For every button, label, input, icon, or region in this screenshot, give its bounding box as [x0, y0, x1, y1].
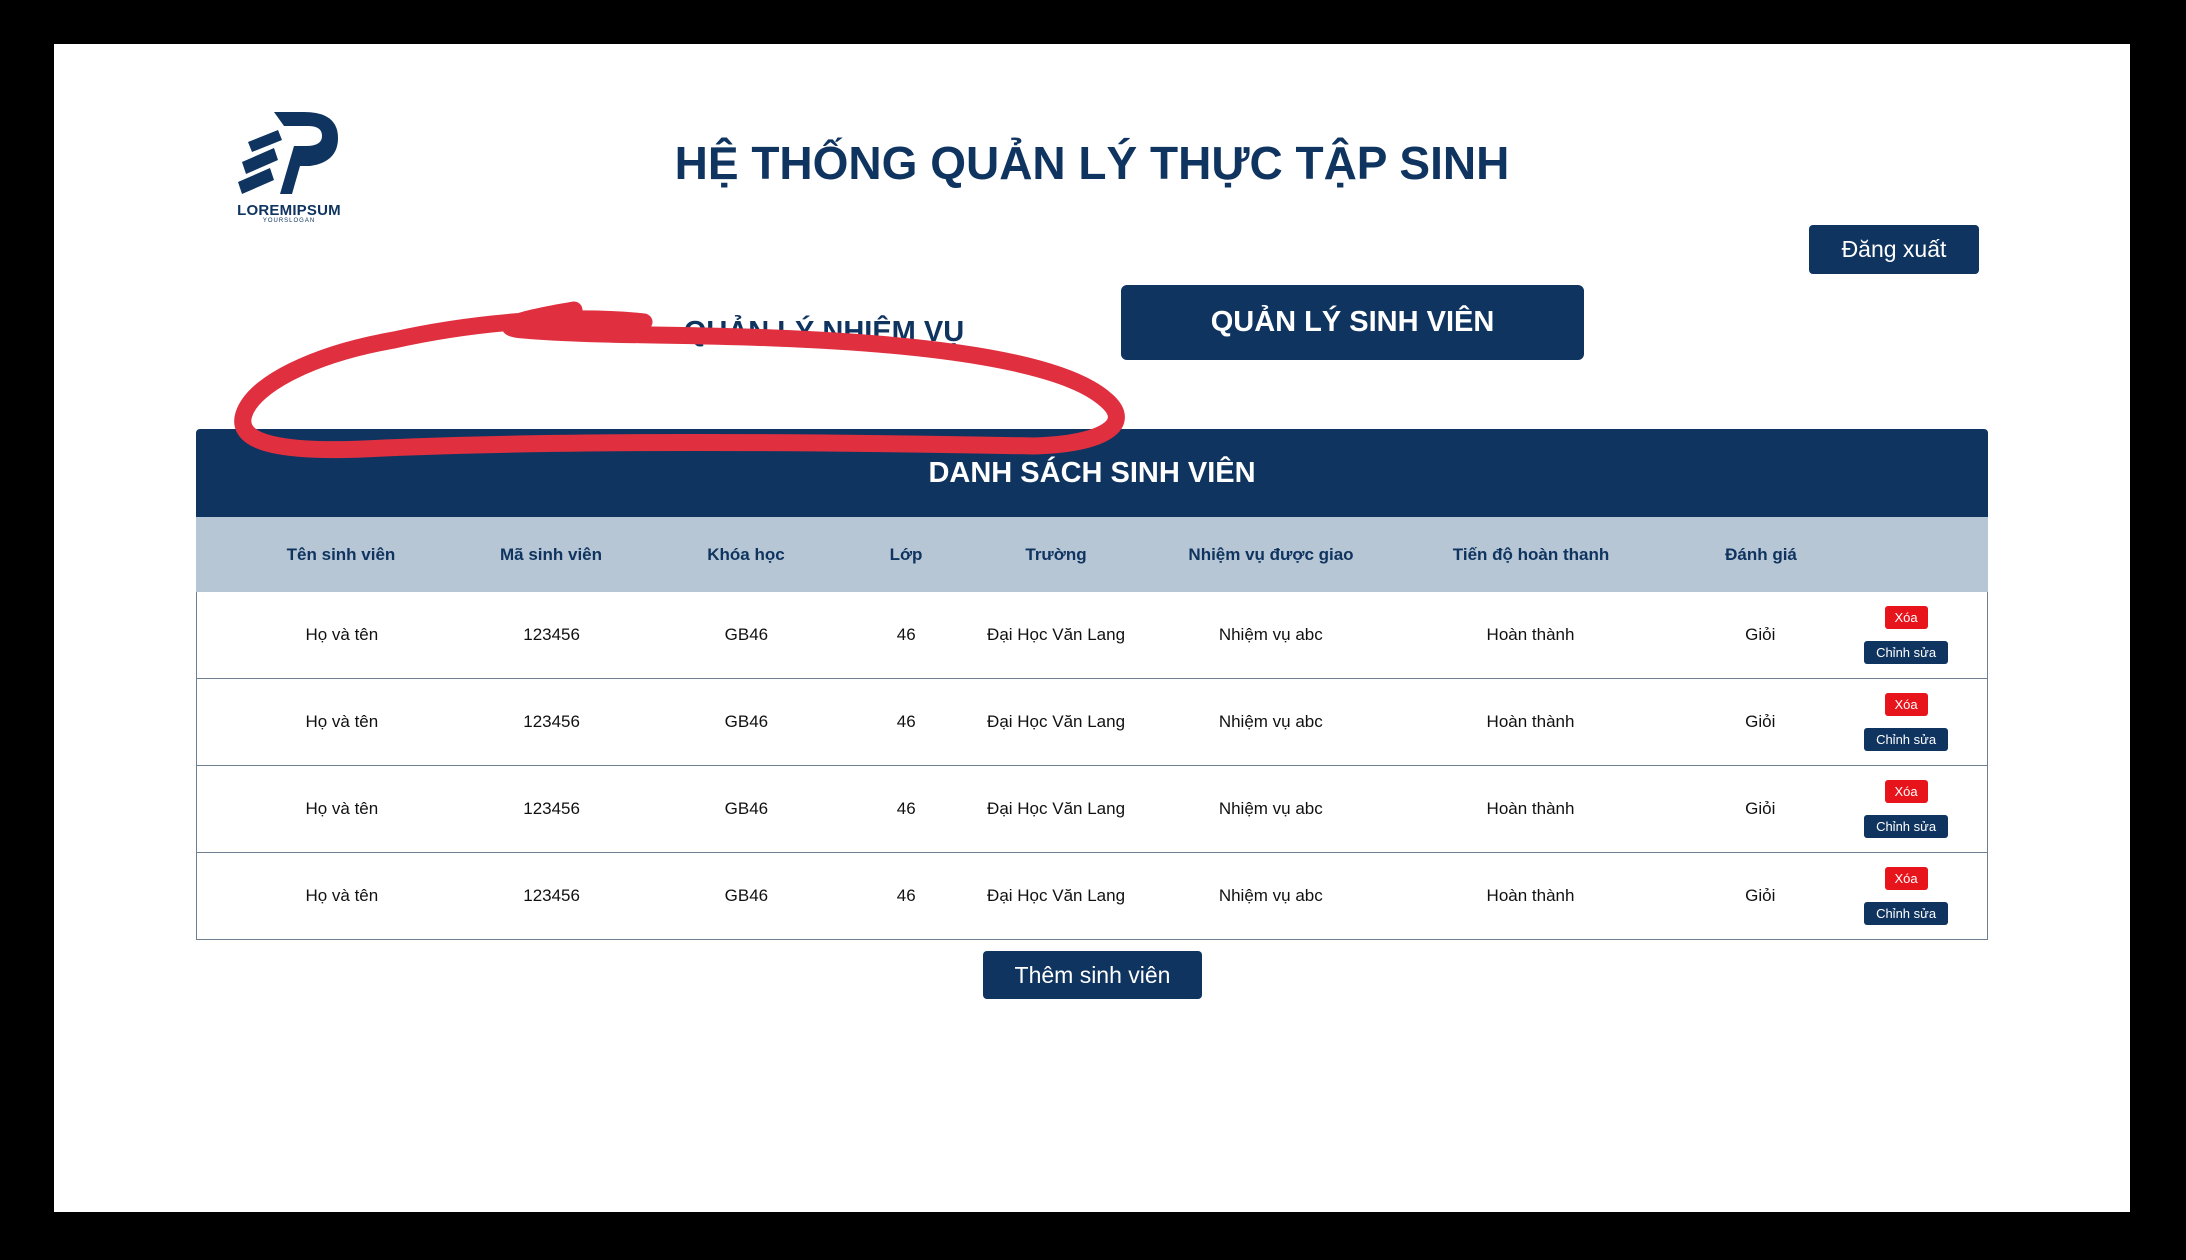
- table-title: DANH SÁCH SINH VIÊN: [196, 429, 1988, 517]
- column-header-name: Tên sinh viên: [286, 544, 396, 564]
- cell-course: GB46: [724, 886, 769, 905]
- cell-rating: Giỏi: [1745, 712, 1776, 731]
- column-header-class: Lớp: [889, 544, 923, 564]
- column-header-rating: Đánh giá: [1725, 544, 1797, 564]
- delete-button[interactable]: Xóa: [1884, 780, 1928, 803]
- cell-rating: Giỏi: [1745, 799, 1776, 818]
- cell-name: Họ và tên: [305, 625, 379, 644]
- edit-button[interactable]: Chỉnh sửa: [1864, 728, 1949, 751]
- cell-student-id: 123456: [523, 712, 580, 731]
- column-header-task: Nhiệm vụ được giao: [1188, 544, 1354, 564]
- delete-button[interactable]: Xóa: [1884, 693, 1928, 716]
- add-student-button[interactable]: Thêm sinh viên: [983, 951, 1202, 999]
- cell-student-id: 123456: [523, 799, 580, 818]
- delete-button[interactable]: Xóa: [1884, 867, 1928, 890]
- cell-rating: Giỏi: [1745, 886, 1776, 905]
- cell-student-id: 123456: [523, 886, 580, 905]
- cell-actions: Xóa Chỉnh sửa: [1825, 693, 1987, 751]
- cell-school: Đại Học Văn Lang: [987, 886, 1126, 905]
- cell-course: GB46: [724, 625, 769, 644]
- cell-progress: Hoàn thành: [1486, 799, 1575, 818]
- cell-name: Họ và tên: [305, 886, 379, 905]
- cell-actions: Xóa Chỉnh sửa: [1825, 867, 1987, 925]
- cell-name: Họ và tên: [305, 712, 379, 731]
- cell-school: Đại Học Văn Lang: [987, 625, 1126, 644]
- delete-button[interactable]: Xóa: [1884, 606, 1928, 629]
- cell-progress: Hoàn thành: [1486, 712, 1575, 731]
- cell-school: Đại Học Văn Lang: [987, 712, 1126, 731]
- cell-course: GB46: [724, 799, 769, 818]
- cell-school: Đại Học Văn Lang: [987, 799, 1126, 818]
- cell-task: Nhiệm vụ abc: [1218, 712, 1323, 731]
- column-header-school: Trường: [1025, 544, 1087, 564]
- cell-rating: Giỏi: [1745, 625, 1776, 644]
- table-row: Họ và tên 123456 GB46 46 Đại Học Văn Lan…: [196, 679, 1988, 766]
- column-header-progress: Tiến độ hoàn thanh: [1452, 544, 1610, 564]
- page: LOREMIPSUM YOURSLOGAN HỆ THỐNG QUẢN LÝ T…: [54, 44, 2130, 1212]
- cell-name: Họ và tên: [305, 799, 379, 818]
- table-row: Họ và tên 123456 GB46 46 Đại Học Văn Lan…: [196, 853, 1988, 940]
- cell-actions: Xóa Chỉnh sửa: [1825, 606, 1987, 664]
- logo-name: LOREMIPSUM: [237, 202, 341, 219]
- cell-class: 46: [896, 625, 916, 644]
- page-title: HỆ THỐNG QUẢN LÝ THỰC TẬP SINH: [674, 137, 1510, 189]
- edit-button[interactable]: Chỉnh sửa: [1864, 902, 1949, 925]
- cell-class: 46: [896, 799, 916, 818]
- cell-student-id: 123456: [523, 625, 580, 644]
- cell-task: Nhiệm vụ abc: [1218, 886, 1323, 905]
- column-header-course: Khóa học: [707, 544, 785, 564]
- cell-actions: Xóa Chỉnh sửa: [1825, 780, 1987, 838]
- cell-class: 46: [896, 712, 916, 731]
- column-header-student-id: Mã sinh viên: [499, 544, 603, 564]
- logo-slogan: YOURSLOGAN: [262, 218, 316, 224]
- edit-button[interactable]: Chỉnh sửa: [1864, 815, 1949, 838]
- student-table: DANH SÁCH SINH VIÊN Tên sinh viên Mã sin…: [196, 429, 1988, 940]
- tab-student-management[interactable]: QUẢN LÝ SINH VIÊN: [1121, 285, 1584, 360]
- cell-course: GB46: [724, 712, 769, 731]
- cell-progress: Hoàn thành: [1486, 625, 1575, 644]
- edit-button[interactable]: Chỉnh sửa: [1864, 641, 1949, 664]
- table-row: Họ và tên 123456 GB46 46 Đại Học Văn Lan…: [196, 766, 1988, 853]
- cell-task: Nhiệm vụ abc: [1218, 799, 1323, 818]
- cell-class: 46: [896, 886, 916, 905]
- table-row: Họ và tên 123456 GB46 46 Đại Học Văn Lan…: [196, 592, 1988, 679]
- tab-task-management[interactable]: QUẢN LÝ NHIỆM VỤ: [674, 302, 974, 362]
- cell-task: Nhiệm vụ abc: [1218, 625, 1323, 644]
- logout-button[interactable]: Đăng xuất: [1809, 225, 1979, 274]
- table-header-row: Tên sinh viên Mã sinh viên Khóa học Lớp …: [196, 517, 1988, 592]
- cell-progress: Hoàn thành: [1486, 886, 1575, 905]
